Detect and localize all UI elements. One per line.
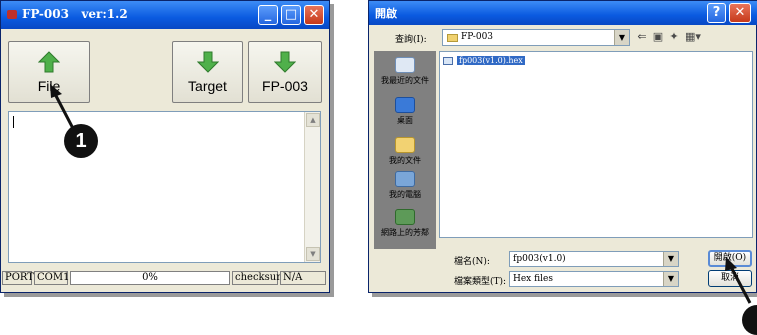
- target-button[interactable]: Target: [172, 41, 243, 103]
- vertical-scrollbar[interactable]: ▲ ▼: [304, 112, 320, 262]
- back-icon[interactable]: ⇐: [635, 30, 649, 44]
- my-computer-icon: [395, 171, 415, 187]
- place-label: 我的電腦: [389, 190, 421, 199]
- down-arrow-icon: [274, 51, 296, 73]
- my-documents-icon: [395, 137, 415, 153]
- app-icon: [7, 10, 17, 19]
- checksum-label: checksum: [232, 271, 286, 285]
- look-in-value: FP-003: [461, 32, 494, 42]
- checksum-value: N/A: [280, 271, 326, 285]
- place-label: 桌面: [397, 116, 413, 125]
- place-label: 網路上的芳鄰: [381, 228, 429, 237]
- folder-icon: [447, 34, 458, 42]
- recent-documents-icon: [395, 57, 415, 73]
- file-list[interactable]: fp003(v1.0).hex: [439, 51, 753, 238]
- view-menu-icon[interactable]: ▦▾: [683, 30, 703, 44]
- up-arrow-icon: [38, 51, 60, 73]
- open-file-dialog: 開啟 ? ✕ 查詢(I): FP-003 ▼ ⇐ ▣ ✦ ▦▾ 我最近的文件 桌…: [368, 0, 757, 293]
- target-button-label: Target: [188, 78, 227, 94]
- fp003-button-label: FP-003: [262, 78, 308, 94]
- place-recent-documents[interactable]: 我最近的文件: [374, 55, 436, 93]
- file-name: fp003(v1.0).hex: [457, 56, 525, 65]
- com-port-value: COM1: [34, 271, 69, 285]
- place-my-computer[interactable]: 我的電腦: [374, 169, 436, 207]
- help-icon[interactable]: ?: [707, 3, 726, 23]
- progress-bar: 0%: [70, 271, 230, 285]
- maximize-icon[interactable]: □: [281, 5, 301, 25]
- callout-badge-1: 1: [64, 124, 98, 158]
- filename-value: fp003(v1.0): [513, 254, 566, 264]
- down-arrow-icon: [196, 51, 219, 73]
- look-in-label: 查詢(I):: [395, 35, 427, 45]
- file-item[interactable]: fp003(v1.0).hex: [443, 55, 525, 67]
- place-label: 我最近的文件: [381, 76, 429, 85]
- filename-input[interactable]: fp003(v1.0) ▼: [509, 251, 679, 267]
- filetype-label: 檔案類型(T):: [454, 277, 507, 287]
- text-caret: [13, 116, 14, 128]
- place-network[interactable]: 網路上的芳鄰: [374, 207, 436, 245]
- fp003-button[interactable]: FP-003: [248, 41, 322, 103]
- port-label: PORT: [2, 271, 34, 285]
- filename-label: 檔名(N):: [454, 257, 490, 267]
- title-bar: FP-003 ver:1.2 _ □ ✕: [1, 1, 329, 29]
- desktop-icon: [395, 97, 415, 113]
- minimize-icon[interactable]: _: [258, 5, 278, 25]
- network-icon: [395, 209, 415, 225]
- filetype-dropdown[interactable]: Hex files ▼: [509, 271, 679, 287]
- chevron-down-icon[interactable]: ▼: [614, 30, 629, 45]
- callout-arrow: [725, 257, 752, 304]
- filetype-value: Hex files: [513, 274, 553, 284]
- close-icon[interactable]: ✕: [729, 3, 751, 23]
- chevron-down-icon[interactable]: ▼: [663, 252, 678, 266]
- status-bar: PORT COM1 0% checksum N/A: [1, 269, 329, 287]
- scroll-down-icon[interactable]: ▼: [306, 247, 320, 261]
- hex-file-icon: [443, 57, 453, 65]
- dialog-title-bar: 開啟 ? ✕: [369, 1, 757, 25]
- places-bar: 我最近的文件 桌面 我的文件 我的電腦 網路上的芳鄰: [374, 51, 436, 249]
- scroll-up-icon[interactable]: ▲: [306, 113, 320, 127]
- dialog-title: 開啟: [375, 7, 397, 20]
- window-title: FP-003 ver:1.2: [22, 7, 128, 21]
- place-my-documents[interactable]: 我的文件: [374, 135, 436, 173]
- up-folder-icon[interactable]: ▣: [651, 30, 665, 44]
- close-icon[interactable]: ✕: [304, 5, 324, 25]
- look-in-dropdown[interactable]: FP-003 ▼: [442, 29, 630, 46]
- place-label: 我的文件: [389, 156, 421, 165]
- new-folder-icon[interactable]: ✦: [667, 30, 681, 44]
- chevron-down-icon[interactable]: ▼: [663, 272, 678, 286]
- place-desktop[interactable]: 桌面: [374, 95, 436, 133]
